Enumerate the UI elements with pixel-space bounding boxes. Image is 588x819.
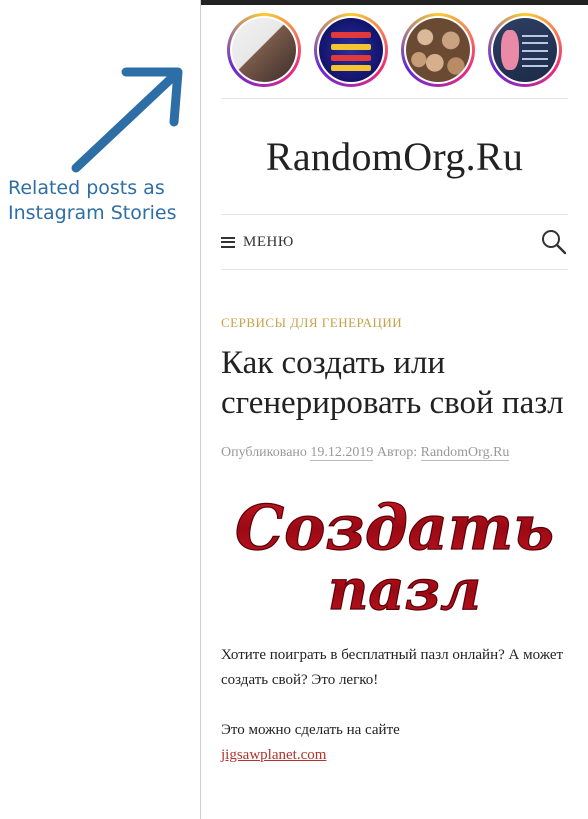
paragraph: Это можно сделать на сайте jigsawplanet.… <box>221 718 568 768</box>
story-bubble[interactable] <box>314 13 388 87</box>
meta-author-label: Автор: <box>376 445 418 460</box>
arrow-icon <box>71 67 183 173</box>
story-thumbnail <box>406 18 470 82</box>
post-body: Хотите поиграть в бесплатный пазл онлайн… <box>221 643 568 768</box>
site-header: RandomOrg.Ru <box>221 99 568 215</box>
site-title[interactable]: RandomOrg.Ru <box>266 133 523 180</box>
story-bubble[interactable] <box>227 13 301 87</box>
story-bubble[interactable] <box>401 13 475 87</box>
meta-published-label: Опубликовано <box>221 445 307 460</box>
story-thumbnail <box>232 18 296 82</box>
hero-image: Создать пазл <box>221 491 568 621</box>
paragraph: Хотите поиграть в бесплатный пазл онлайн… <box>221 647 564 688</box>
post-meta: Опубликовано 19.12.2019 Автор: RandomOrg… <box>221 445 568 461</box>
mobile-page: RandomOrg.Ru МЕНЮ СЕРВИСЫ ДЛЯ ГЕНЕРАЦИИ … <box>200 0 588 819</box>
hamburger-icon <box>221 236 235 248</box>
annotation-text: Related posts as Instagram Stories <box>8 176 203 226</box>
post-category[interactable]: СЕРВИСЫ ДЛЯ ГЕНЕРАЦИИ <box>221 315 568 331</box>
hero-line-1: Создать <box>235 491 554 564</box>
search-icon[interactable] <box>540 228 568 256</box>
hero-line-2: пазл <box>328 558 481 621</box>
story-thumbnail <box>319 18 383 82</box>
annotation-line-1: Related posts as <box>8 177 165 199</box>
paragraph-text: Это можно сделать на сайте <box>221 722 400 738</box>
annotation-area: Related posts as Instagram Stories <box>0 0 200 819</box>
annotation-line-2: Instagram Stories <box>8 202 177 224</box>
meta-author-link[interactable]: RandomOrg.Ru <box>420 445 510 461</box>
story-thumbnail <box>493 18 557 82</box>
meta-date-link[interactable]: 19.12.2019 <box>310 445 374 461</box>
hero-lettering: Создать пазл <box>234 491 554 621</box>
stories-row <box>221 5 568 99</box>
main-nav: МЕНЮ <box>221 215 568 270</box>
story-bubble[interactable] <box>488 13 562 87</box>
page-content: RandomOrg.Ru МЕНЮ СЕРВИСЫ ДЛЯ ГЕНЕРАЦИИ … <box>201 5 588 768</box>
jigsawplanet-link[interactable]: jigsawplanet.com <box>221 747 326 763</box>
menu-button[interactable]: МЕНЮ <box>221 234 294 251</box>
menu-label: МЕНЮ <box>243 233 294 250</box>
post-title: Как создать или сгенерировать свой пазл <box>221 345 564 421</box>
